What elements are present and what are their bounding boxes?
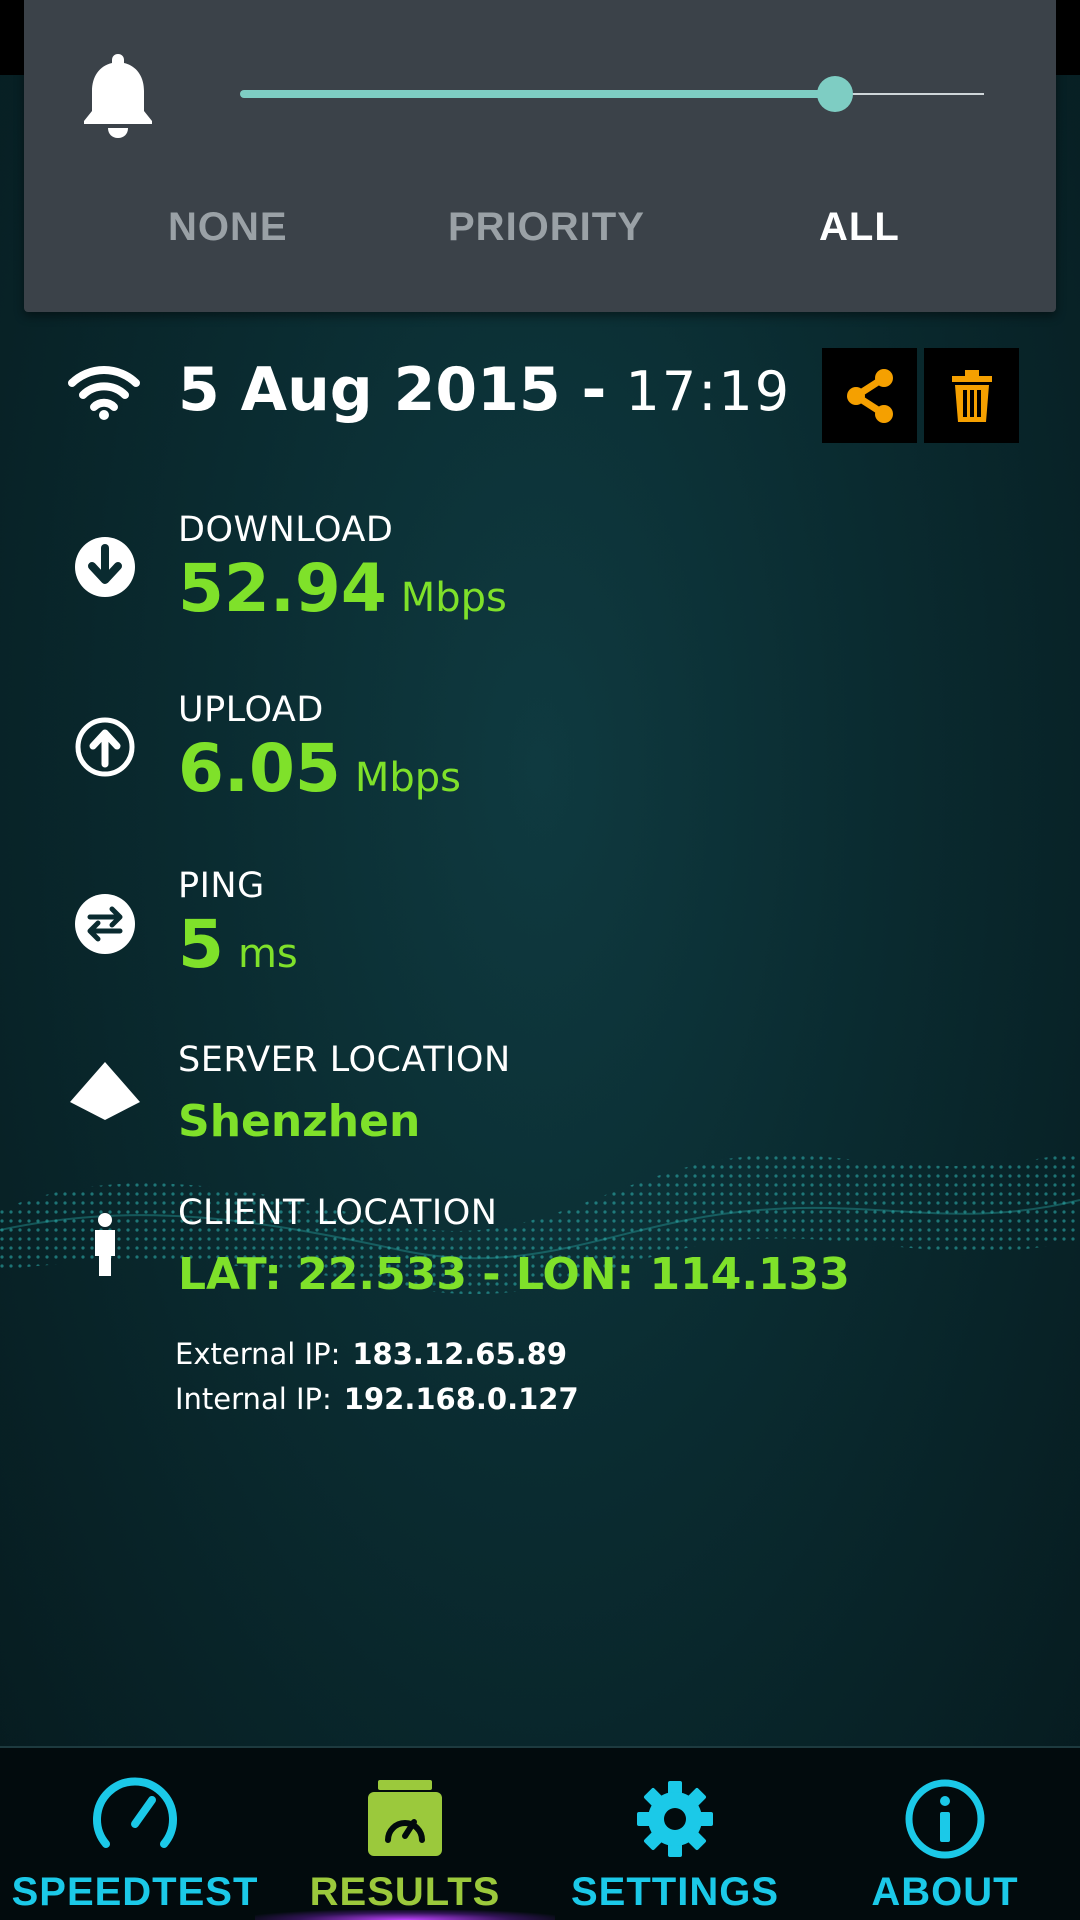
external-ip-label: External IP: — [175, 1337, 341, 1371]
volume-slider-rest — [835, 93, 984, 95]
trash-icon — [951, 369, 992, 422]
volume-slider-fill — [240, 90, 836, 98]
download-label: DOWNLOAD — [178, 510, 394, 550]
volume-panel: NONE PRIORITY ALL — [24, 0, 1056, 312]
client-location-value: LAT: 22.533 - LON: 114.133 — [178, 1249, 850, 1300]
share-icon — [846, 368, 893, 423]
nav-results-label: RESULTS — [309, 1870, 501, 1914]
background-wave — [0, 1150, 1080, 1295]
active-tab-glow — [255, 1910, 555, 1920]
person-icon — [95, 1213, 115, 1276]
ping-number: 5 — [178, 906, 224, 983]
ping-unit: ms — [237, 931, 298, 977]
nav-results[interactable]: RESULTS — [270, 1748, 540, 1920]
server-pyramid-icon — [70, 1062, 140, 1120]
bell-icon — [84, 54, 152, 138]
nav-about-label: ABOUT — [871, 1870, 1019, 1914]
download-unit: Mbps — [400, 575, 507, 621]
internal-ip-label: Internal IP: — [175, 1382, 332, 1416]
server-location-label: SERVER LOCATION — [178, 1040, 511, 1080]
server-location-value: Shenzhen — [178, 1096, 421, 1147]
download-arrow-icon — [75, 537, 135, 597]
upload-value: 6.05 Mbps — [178, 730, 461, 807]
interruption-modes: NONE PRIORITY ALL — [24, 205, 1056, 265]
info-icon — [905, 1779, 985, 1859]
speedometer-icon — [93, 1777, 177, 1848]
gear-icon — [637, 1781, 713, 1857]
upload-unit: Mbps — [354, 755, 461, 801]
upload-number: 6.05 — [178, 730, 341, 807]
upload-label: UPLOAD — [178, 690, 324, 730]
internal-ip: Internal IP: 192.168.0.127 — [175, 1382, 579, 1416]
mode-priority-button[interactable]: PRIORITY — [448, 205, 645, 250]
nav-speedtest-label: SPEEDTEST — [11, 1870, 259, 1914]
nav-settings-label: SETTINGS — [570, 1870, 780, 1914]
results-folder-icon — [368, 1780, 442, 1856]
ping-value: 5 ms — [178, 906, 298, 983]
internal-ip-value: 192.168.0.127 — [343, 1382, 579, 1416]
ping-label: PING — [178, 866, 265, 906]
download-value: 52.94 Mbps — [178, 550, 507, 627]
external-ip: External IP: 183.12.65.89 — [175, 1337, 567, 1371]
delete-button[interactable] — [924, 348, 1019, 443]
wifi-icon — [68, 366, 140, 420]
share-button[interactable] — [822, 348, 917, 443]
nav-about[interactable]: ABOUT — [810, 1748, 1080, 1920]
result-date: 5 Aug 2015 - — [178, 355, 607, 425]
volume-slider[interactable] — [216, 76, 1008, 112]
volume-slider-thumb[interactable] — [817, 76, 854, 112]
client-location-label: CLIENT LOCATION — [178, 1193, 498, 1233]
mode-all-button[interactable]: ALL — [819, 205, 900, 250]
mode-none-button[interactable]: NONE — [168, 205, 288, 250]
nav-speedtest[interactable]: SPEEDTEST — [0, 1748, 270, 1920]
ping-exchange-icon — [75, 894, 135, 954]
upload-arrow-icon — [75, 717, 135, 777]
bottom-navigation: SPEEDTEST RESULTS SETTINGS ABOUT — [0, 1746, 1080, 1920]
result-time: 17:19 — [625, 360, 792, 423]
external-ip-value: 183.12.65.89 — [352, 1337, 568, 1371]
nav-settings[interactable]: SETTINGS — [540, 1748, 810, 1920]
download-number: 52.94 — [178, 550, 387, 627]
result-datetime: 5 Aug 2015 - 17:19 — [178, 355, 791, 425]
